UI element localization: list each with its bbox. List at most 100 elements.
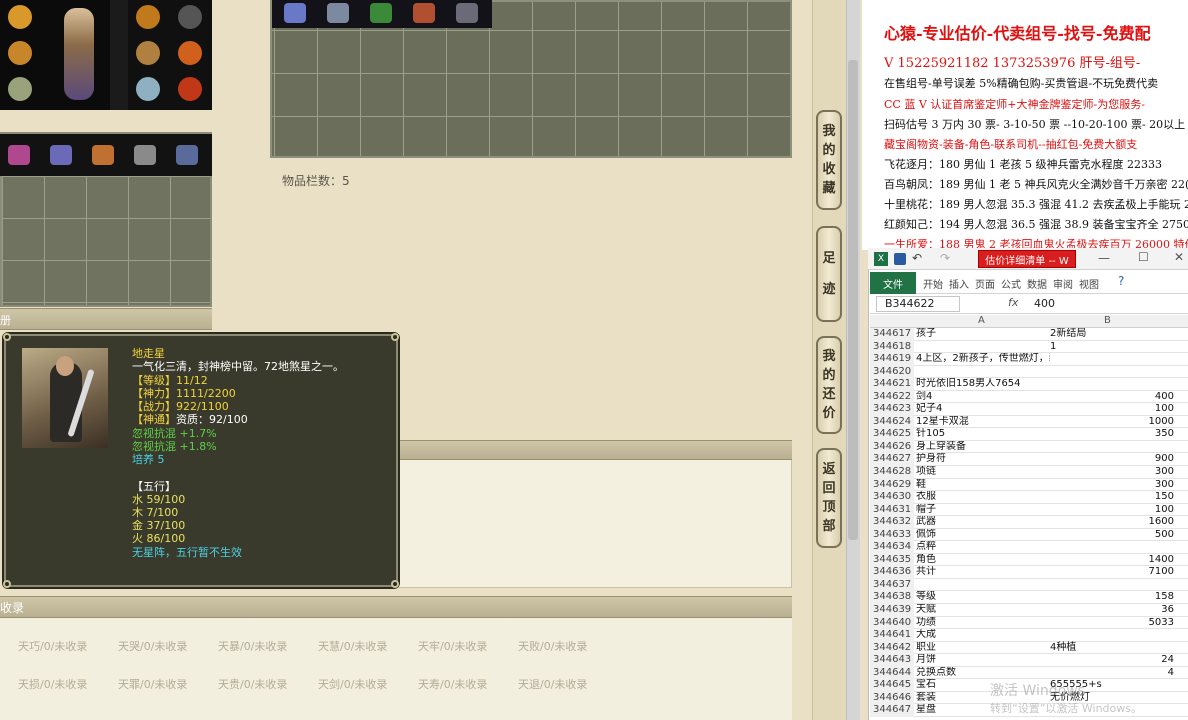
- collection-cell[interactable]: 天慧/0/未收录: [318, 638, 387, 654]
- row-number[interactable]: 344631: [870, 503, 914, 517]
- cell-a[interactable]: 角色: [916, 554, 1050, 567]
- cell-a[interactable]: 剑4: [916, 391, 1050, 404]
- row-number[interactable]: 344626: [870, 440, 914, 454]
- helmet-slot[interactable]: [0, 0, 40, 34]
- collection-cell[interactable]: 天哭/0/未收录: [118, 638, 187, 654]
- collection-cell[interactable]: 天牢/0/未收录: [418, 638, 487, 654]
- row-number[interactable]: 344621: [870, 378, 914, 391]
- column-header-a[interactable]: A: [978, 315, 985, 326]
- row-number[interactable]: 344620: [870, 365, 914, 379]
- cell-a[interactable]: 兑换点数: [916, 667, 1050, 680]
- row-number[interactable]: 344622: [870, 390, 914, 404]
- row-number[interactable]: 344630: [870, 491, 914, 504]
- table-row[interactable]: 344644 兑换点数 4: [870, 666, 1188, 680]
- cell-a[interactable]: 武器: [916, 516, 1050, 529]
- collection-cell[interactable]: 天贵/0/未收录: [218, 676, 287, 692]
- table-row[interactable]: 344627 护身符 900: [870, 453, 1188, 467]
- cell-b[interactable]: 400: [1050, 391, 1174, 404]
- whip-item-icon[interactable]: [126, 142, 164, 168]
- row-number[interactable]: 344640: [870, 616, 914, 630]
- table-row[interactable]: 344628 项链 300: [870, 466, 1188, 479]
- undo-icon[interactable]: ↶: [912, 251, 922, 265]
- row-number[interactable]: 344639: [870, 604, 914, 617]
- tab-review[interactable]: 审阅: [1053, 276, 1073, 291]
- row-number[interactable]: 344632: [870, 516, 914, 529]
- cell-b[interactable]: 158: [1050, 591, 1174, 604]
- cell-a[interactable]: 针105: [916, 428, 1050, 441]
- row-number[interactable]: 344644: [870, 666, 914, 680]
- table-row[interactable]: 344623 妃子4 100: [870, 403, 1188, 416]
- talisman-item-icon[interactable]: [84, 142, 122, 168]
- row-number[interactable]: 344629: [870, 478, 914, 492]
- table-row[interactable]: 344637: [870, 578, 1188, 592]
- row-number[interactable]: 344634: [870, 541, 914, 554]
- row-number[interactable]: 344643: [870, 654, 914, 667]
- row-number[interactable]: 344635: [870, 553, 914, 567]
- cell-b[interactable]: 4: [1050, 667, 1174, 680]
- cell-a[interactable]: 共计: [916, 566, 1050, 579]
- cell-a[interactable]: 月饼: [916, 654, 1050, 667]
- tab-data[interactable]: 数据: [1027, 276, 1047, 291]
- armor-item-icon[interactable]: [319, 0, 357, 26]
- table-row[interactable]: 344636 共计 7100: [870, 566, 1188, 579]
- cell-b[interactable]: 150: [1050, 491, 1174, 504]
- row-number[interactable]: 344633: [870, 528, 914, 542]
- tab-formula[interactable]: 公式: [1001, 276, 1021, 291]
- table-row[interactable]: 344643 月饼 24: [870, 654, 1188, 667]
- tab-view[interactable]: 视图: [1079, 276, 1099, 291]
- collection-cell[interactable]: 天寿/0/未收录: [418, 676, 487, 692]
- formula-input[interactable]: 400: [1034, 297, 1055, 310]
- cell-a[interactable]: 点粹: [916, 541, 1050, 554]
- amulet-slot[interactable]: [128, 0, 168, 34]
- row-number[interactable]: 344647: [870, 704, 914, 717]
- cell-b[interactable]: 300: [1050, 466, 1174, 479]
- cell-a[interactable]: 鞋: [916, 479, 1050, 492]
- cell-b[interactable]: 36: [1050, 604, 1174, 617]
- row-number[interactable]: 344641: [870, 629, 914, 642]
- collection-cell[interactable]: 天巧/0/未收录: [18, 638, 87, 654]
- weapon-slot[interactable]: [170, 0, 210, 34]
- row-number[interactable]: 344646: [870, 691, 914, 705]
- table-row[interactable]: 344621 时光依旧158男人7654: [870, 378, 1188, 391]
- maximize-icon[interactable]: ☐: [1138, 250, 1149, 264]
- cell-a[interactable]: 时光依旧158男人7654: [916, 378, 1050, 391]
- table-row[interactable]: 344618 1: [870, 340, 1188, 354]
- cell-b[interactable]: 500: [1050, 529, 1174, 542]
- bracelet-slot[interactable]: [128, 72, 168, 106]
- cell-b[interactable]: 2新结局: [1050, 328, 1174, 341]
- cell-a[interactable]: 项链: [916, 466, 1050, 479]
- cell-b[interactable]: 1400: [1050, 554, 1174, 567]
- armor-slot[interactable]: [0, 36, 40, 70]
- cell-b[interactable]: 300: [1050, 479, 1174, 492]
- row-number[interactable]: 344645: [870, 679, 914, 692]
- collection-cell[interactable]: 天罪/0/未收录: [118, 676, 187, 692]
- minimize-icon[interactable]: —: [1098, 251, 1110, 265]
- table-row[interactable]: 344632 武器 1600: [870, 516, 1188, 529]
- row-number[interactable]: 344637: [870, 578, 914, 592]
- ring-item-icon[interactable]: [362, 0, 400, 26]
- save-icon[interactable]: [894, 253, 906, 265]
- table-row[interactable]: 344626 身上穿装备: [870, 440, 1188, 454]
- fx-icon[interactable]: fx: [1008, 296, 1018, 309]
- tab-home[interactable]: 开始: [923, 276, 943, 291]
- cell-a[interactable]: 妃子4: [916, 403, 1050, 416]
- table-row[interactable]: 344634 点粹: [870, 541, 1188, 554]
- table-row[interactable]: 344641 大成: [870, 629, 1188, 642]
- cell-b[interactable]: 900: [1050, 453, 1174, 466]
- helmet-item-icon[interactable]: [448, 0, 486, 26]
- estimate-detail-button[interactable]: 估价详细清单 -- W: [978, 250, 1076, 268]
- cell-a[interactable]: 12星卡双混: [916, 416, 1050, 429]
- my-offers-button[interactable]: 我的还价: [816, 336, 842, 434]
- cell-b[interactable]: 1000: [1050, 416, 1174, 429]
- row-number[interactable]: 344642: [870, 641, 914, 655]
- collection-cell[interactable]: 天败/0/未收录: [518, 638, 587, 654]
- tab-page[interactable]: 页面: [975, 276, 995, 291]
- cell-a[interactable]: 功绩: [916, 617, 1050, 630]
- ring-slot[interactable]: [128, 36, 168, 70]
- table-row[interactable]: 344638 等级 158: [870, 591, 1188, 605]
- table-row[interactable]: 344629 鞋 300: [870, 478, 1188, 492]
- footprint-button[interactable]: 足迹: [816, 226, 842, 322]
- my-favorites-button[interactable]: 我的收藏: [816, 110, 842, 210]
- gauntlet-item-icon[interactable]: [168, 142, 206, 168]
- table-row[interactable]: 344639 天赋 36: [870, 604, 1188, 617]
